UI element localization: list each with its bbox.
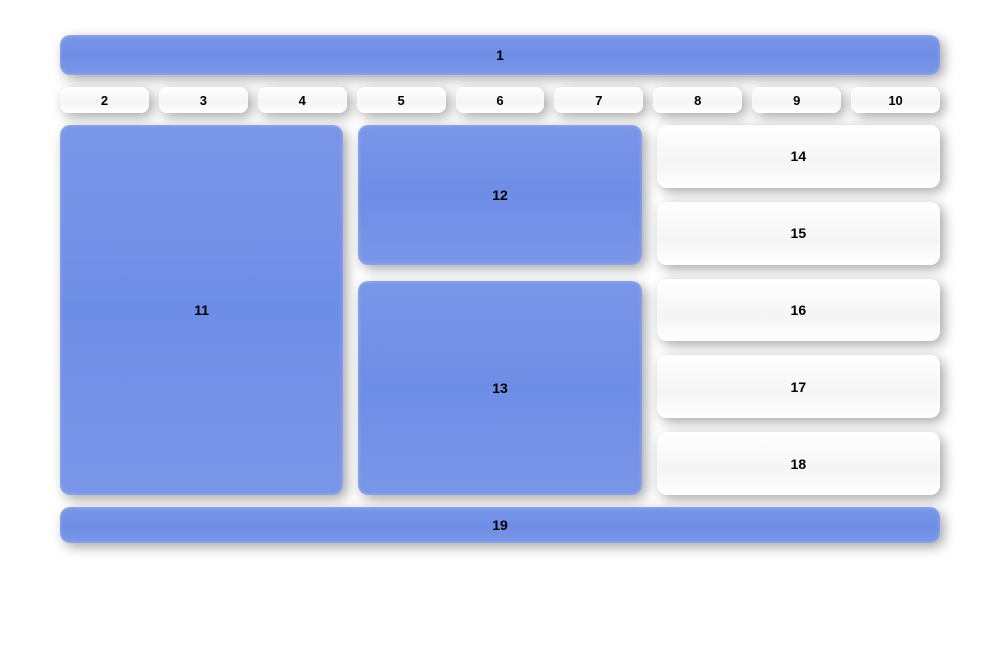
nav-label: 8 xyxy=(694,93,701,108)
side-block-16: 16 xyxy=(657,279,940,342)
nav-item-3: 3 xyxy=(159,87,248,113)
main-block-13: 13 xyxy=(358,281,641,495)
layout-container: 1 2 3 4 5 6 7 8 xyxy=(60,35,940,543)
nav-label: 7 xyxy=(595,93,602,108)
nav-label: 4 xyxy=(299,93,306,108)
header-label: 1 xyxy=(496,47,504,63)
main-section: 11 12 13 14 15 16 17 18 xyxy=(60,125,940,495)
block-label: 16 xyxy=(791,302,807,318)
nav-group-3: 8 9 10 xyxy=(653,87,940,113)
column-right: 14 15 16 17 18 xyxy=(657,125,940,495)
block-label: 14 xyxy=(791,148,807,164)
nav-label: 6 xyxy=(496,93,503,108)
side-block-17: 17 xyxy=(657,355,940,418)
column-middle: 12 13 xyxy=(358,125,641,495)
nav-item-7: 7 xyxy=(554,87,643,113)
block-label: 15 xyxy=(791,225,807,241)
main-block-12: 12 xyxy=(358,125,641,265)
block-label: 11 xyxy=(194,302,209,318)
nav-item-4: 4 xyxy=(258,87,347,113)
nav-item-10: 10 xyxy=(851,87,940,113)
nav-label: 2 xyxy=(101,93,108,108)
nav-label: 5 xyxy=(398,93,405,108)
side-block-15: 15 xyxy=(657,202,940,265)
nav-item-9: 9 xyxy=(752,87,841,113)
nav-row: 2 3 4 5 6 7 8 9 xyxy=(60,87,940,113)
nav-group-1: 2 3 4 xyxy=(60,87,347,113)
main-block-11: 11 xyxy=(60,125,343,495)
footer-block: 19 xyxy=(60,507,940,543)
side-block-18: 18 xyxy=(657,432,940,495)
block-label: 17 xyxy=(791,379,807,395)
column-left: 11 xyxy=(60,125,343,495)
footer-label: 19 xyxy=(492,517,508,533)
nav-group-2: 5 6 7 xyxy=(357,87,644,113)
nav-label: 9 xyxy=(793,93,800,108)
nav-item-5: 5 xyxy=(357,87,446,113)
block-label: 13 xyxy=(492,380,508,396)
nav-item-8: 8 xyxy=(653,87,742,113)
nav-item-6: 6 xyxy=(456,87,545,113)
header-block: 1 xyxy=(60,35,940,75)
block-label: 18 xyxy=(791,456,807,472)
nav-label: 10 xyxy=(888,93,902,108)
side-block-14: 14 xyxy=(657,125,940,188)
nav-label: 3 xyxy=(200,93,207,108)
block-label: 12 xyxy=(492,187,508,203)
nav-item-2: 2 xyxy=(60,87,149,113)
